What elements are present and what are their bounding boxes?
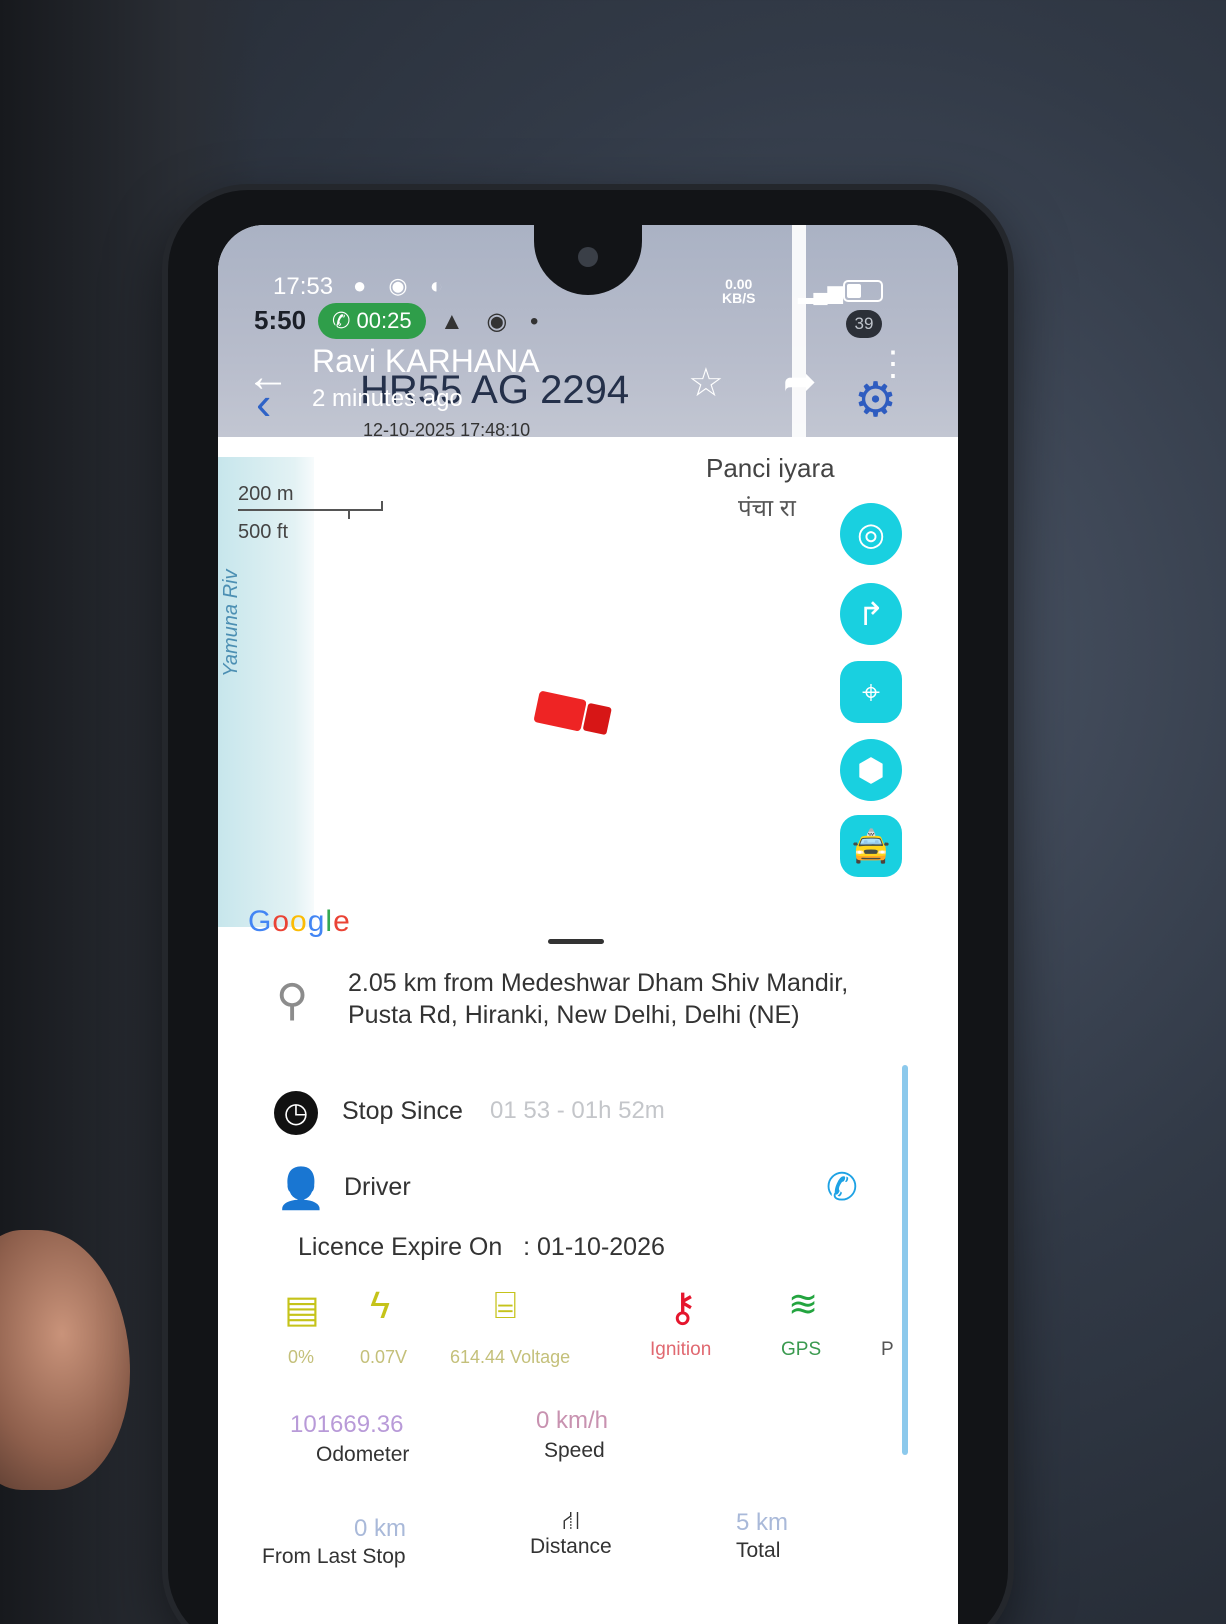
total-label: Total (736, 1539, 781, 1562)
volt-label: 0.07V (360, 1347, 408, 1367)
locate-icon[interactable]: ◎ (840, 503, 902, 565)
phone-icon[interactable]: ✆ (826, 1165, 858, 1210)
car-battery-icon: ⌸ (494, 1285, 517, 1327)
address-text: 2.05 km from Medeshwar Dham Shiv Mandir,… (348, 969, 849, 1029)
odometer-value: 101669.36 (290, 1411, 404, 1438)
place-label-english: Panci iyara (706, 453, 835, 483)
net-speed: 0.00 KB/S (722, 277, 755, 305)
total-value: 5 km (736, 1509, 789, 1536)
battery-label: 0% (288, 1347, 315, 1367)
back-chevron-icon[interactable]: ‹ (256, 380, 271, 426)
licence-row: Licence Expire On : 01-10-2026 (298, 1233, 665, 1262)
notification-icons: ● ◉ ◐ (353, 273, 451, 298)
directions-icon[interactable]: ↱ (840, 583, 902, 645)
google-logo: Google (248, 905, 351, 938)
screen-glare (792, 225, 806, 465)
wifi-icon: ≋ (788, 1283, 819, 1324)
scale-metric: 200 m (238, 483, 294, 505)
battery-icon (843, 280, 883, 302)
status-time-top: 17:53 (273, 273, 334, 300)
scrollbar[interactable] (902, 1065, 908, 1455)
stop-since-label: Stop Since (342, 1097, 463, 1125)
geofence-icon[interactable]: ⬢ (840, 739, 902, 801)
distance-label: Distance (530, 1535, 612, 1558)
speed-label: Speed (544, 1439, 605, 1462)
voltage-label: 614.44 Voltage (450, 1347, 571, 1367)
driver-label: Driver (344, 1173, 411, 1201)
key-icon: ⚷ (668, 1286, 698, 1330)
person-icon: 👤 (276, 1167, 326, 1211)
river-label: Yamuna Riv (220, 569, 242, 677)
battery-badge: 39 (846, 310, 882, 338)
status-time-bottom: 5:50 (254, 305, 307, 335)
battery-level-icon: ▤ (284, 1289, 320, 1331)
licence-label: Licence Expire On (298, 1233, 503, 1261)
truck-icon[interactable] (533, 687, 615, 740)
location-pin-icon: ⚲ (276, 976, 309, 1025)
scale-imperial: 500 ft (238, 521, 289, 543)
last-stop-value: 0 km (354, 1515, 407, 1542)
ignition-label: Ignition (650, 1339, 712, 1360)
licence-value: : 01-10-2026 (523, 1233, 665, 1261)
map-pin-icon[interactable]: ⌖ (840, 661, 902, 723)
star-icon[interactable]: ☆ (688, 360, 724, 406)
last-update: 2 minutes ago (312, 385, 463, 412)
net-speed-unit: KB/S (722, 290, 756, 306)
detail-sheet: ⚲ 2.05 km from Medeshwar Dham Shiv Mandi… (218, 939, 958, 1624)
sheet-handle[interactable] (548, 939, 604, 944)
map-view[interactable]: Yamuna Riv 200 m 500 ft Panci iyara पंचा… (218, 437, 958, 955)
stop-since-value: 01 53 - 01h 52m (490, 1097, 665, 1124)
odometer-label: Odometer (316, 1443, 410, 1466)
speed-value: 0 km/h (536, 1407, 609, 1434)
phone-screen: 17:53 ● ◉ ◐ 5:50 ✆ 00:25 ▲ ◉ • 0.00 KB/S… (218, 225, 958, 1624)
net-speed-value: 0.00 (725, 276, 753, 292)
call-duration: 00:25 (356, 308, 412, 333)
gear-icon[interactable]: ⚙ (854, 377, 897, 425)
scale-bar (238, 501, 383, 519)
truck-cab (582, 702, 612, 736)
camera (578, 247, 598, 267)
last-stop-label: From Last Stop (262, 1545, 406, 1568)
driver-name: Ravi KARHANA (312, 343, 540, 379)
extra-sensor-label: P (881, 1339, 894, 1360)
truck-body (533, 690, 587, 732)
gps-label: GPS (781, 1339, 822, 1360)
call-pill[interactable]: ✆ 00:25 (318, 303, 426, 339)
status-icons-bottom: ▲ ◉ • (440, 308, 547, 335)
place-label-hindi: पंचा रा (738, 495, 796, 522)
clock-icon: ◷ (274, 1091, 318, 1135)
vehicle-icon[interactable]: 🚖 (840, 815, 902, 877)
bolt-icon: ϟ (370, 1285, 391, 1327)
